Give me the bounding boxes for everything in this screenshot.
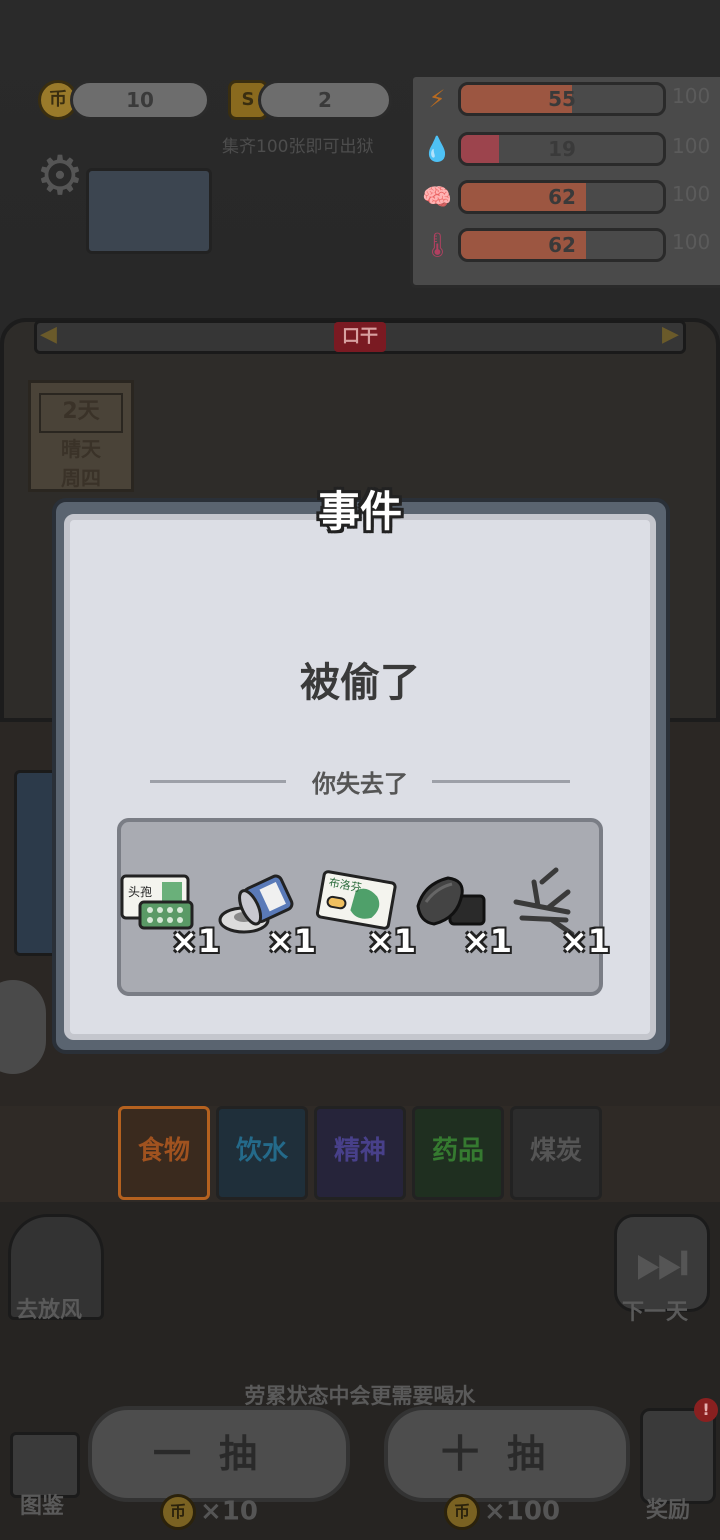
lost-item: 布洛芬 ×1 xyxy=(314,862,416,960)
lost-item: ×1 xyxy=(214,862,316,960)
calendar: 2天 晴天 周四 xyxy=(28,380,134,492)
stat-mind: 🧠 62 100 xyxy=(420,176,720,220)
reward-button[interactable]: 奖励 xyxy=(646,1492,690,1524)
draw-one-cost: 币 ×10 xyxy=(160,1494,258,1538)
stat-value: 62 xyxy=(548,185,576,209)
modal-title: 事件 xyxy=(317,487,402,536)
arrow-right-icon[interactable]: ▶ xyxy=(662,322,679,347)
draw-one-cost-value: ×10 xyxy=(200,1496,258,1527)
next-day-button[interactable]: 下一天 xyxy=(622,1294,688,1326)
coin-icon: 币 xyxy=(444,1494,480,1530)
go-out-button[interactable]: 去放风 xyxy=(16,1292,82,1324)
draw-ten-cost-value: ×100 xyxy=(484,1496,561,1527)
arrow-left-icon[interactable]: ◀ xyxy=(40,322,57,347)
tab-mind[interactable]: 精神 xyxy=(314,1106,406,1200)
stat-temperature: 🌡 62 100 xyxy=(420,224,720,268)
tab-medicine[interactable]: 药品 xyxy=(412,1106,504,1200)
thermometer-icon: 🌡 xyxy=(422,231,453,259)
tab-food[interactable]: 食物 xyxy=(118,1106,210,1200)
item-qty: ×1 xyxy=(560,922,610,960)
tab-water[interactable]: 饮水 xyxy=(216,1106,308,1200)
tip-text: 劳累状态中会更需要喝水 xyxy=(244,1384,476,1408)
stat-water: 💧 19 100 xyxy=(420,128,720,172)
status-badge: 口干 xyxy=(334,322,386,352)
stat-energy: ⚡ 55 100 xyxy=(420,78,720,122)
item-qty: ×1 xyxy=(266,922,316,960)
water-drop-icon: 💧 xyxy=(422,135,452,163)
side-button[interactable] xyxy=(0,980,46,1074)
tab-coal[interactable]: 煤炭 xyxy=(510,1106,602,1200)
draw-ten-cost: 币 ×100 xyxy=(444,1494,560,1538)
card-hint: 集齐100张即可出狱 xyxy=(222,137,374,157)
stat-value: 55 xyxy=(548,87,576,111)
mouse-icon[interactable] xyxy=(640,1408,716,1504)
notification-badge: ! xyxy=(694,1398,718,1422)
stat-max: 100 xyxy=(672,84,711,108)
lightning-icon: ⚡ xyxy=(428,85,446,113)
stat-max: 100 xyxy=(672,182,711,206)
stat-max: 100 xyxy=(672,230,711,254)
stat-max: 100 xyxy=(672,134,711,158)
gear-icon[interactable]: ⚙ xyxy=(30,146,90,206)
handbook-button[interactable]: 图鉴 xyxy=(20,1488,64,1520)
lost-item: ×1 xyxy=(508,862,610,960)
stat-value: 19 xyxy=(548,137,576,161)
lost-item: ×1 xyxy=(410,862,512,960)
draw-one-button[interactable]: 一抽 xyxy=(88,1406,350,1502)
calendar-weather: 晴天 xyxy=(61,437,101,461)
item-qty: ×1 xyxy=(462,922,512,960)
lost-label: 你失去了 xyxy=(312,770,408,798)
card-counter: 2 xyxy=(258,80,392,120)
item-label: 头孢 xyxy=(128,885,152,899)
coin-counter: 10 xyxy=(70,80,210,120)
item-qty: ×1 xyxy=(170,922,220,960)
stat-value: 62 xyxy=(548,233,576,257)
lost-item: 头孢 ×1 xyxy=(118,862,220,960)
event-name: 被偷了 xyxy=(300,660,420,706)
brain-icon: 🧠 xyxy=(422,183,452,211)
prisoner-portrait xyxy=(86,168,212,254)
coin-icon: 币 xyxy=(160,1494,196,1530)
item-qty: ×1 xyxy=(366,922,416,960)
draw-ten-button[interactable]: 十抽 xyxy=(384,1406,630,1502)
calendar-day: 2天 xyxy=(39,393,123,433)
